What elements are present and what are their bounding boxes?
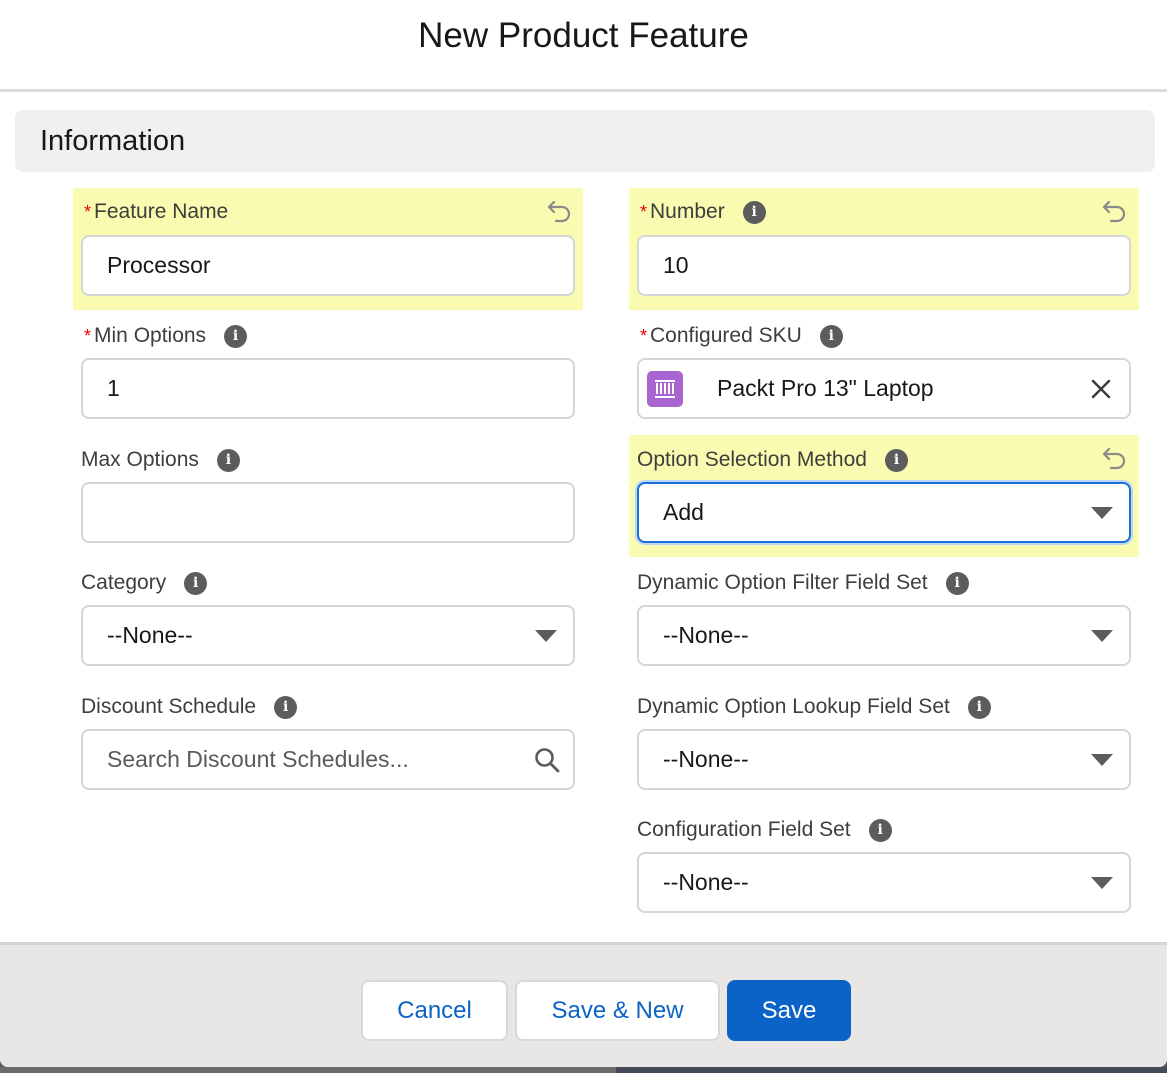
- dynamic-option-filter-field-set-label: Dynamic Option Filter Field Set i: [637, 571, 969, 595]
- feature-name-label: * Feature Name: [84, 200, 229, 223]
- undo-icon[interactable]: [1100, 443, 1130, 473]
- dynamic-option-lookup-field-set-label: Dynamic Option Lookup Field Set i: [637, 695, 991, 719]
- info-icon[interactable]: i: [868, 818, 892, 842]
- close-icon[interactable]: [1090, 378, 1112, 400]
- modal-header: New Product Feature: [0, 0, 1167, 92]
- chevron-down-icon: [1091, 507, 1113, 519]
- background-strip: [0, 1067, 1167, 1073]
- product-icon: [647, 370, 683, 407]
- required-indicator: *: [640, 201, 648, 222]
- configured-sku-label: * Configured SKU i: [640, 324, 843, 348]
- info-icon[interactable]: i: [224, 324, 248, 348]
- option-selection-method-select[interactable]: Add: [637, 482, 1131, 543]
- search-icon: [535, 748, 560, 773]
- discount-schedule-label: Discount Schedule i: [81, 695, 298, 719]
- max-options-label: Max Options i: [81, 448, 240, 472]
- configuration-field-set-select[interactable]: --None--: [637, 852, 1131, 913]
- feature-name-input[interactable]: Processor: [81, 235, 575, 296]
- cancel-button[interactable]: Cancel: [361, 980, 508, 1041]
- discount-schedule-lookup[interactable]: Search Discount Schedules...: [81, 729, 575, 790]
- info-icon[interactable]: i: [819, 324, 843, 348]
- chevron-down-icon: [1091, 754, 1113, 766]
- info-icon[interactable]: i: [945, 571, 969, 595]
- category-label: Category i: [81, 571, 208, 595]
- number-label: * Number i: [640, 200, 766, 224]
- dynamic-option-filter-field-set-select[interactable]: --None--: [637, 605, 1131, 666]
- number-input[interactable]: 10: [637, 235, 1131, 296]
- undo-icon[interactable]: [1100, 196, 1130, 226]
- modal-title: New Product Feature: [418, 15, 749, 55]
- info-icon[interactable]: i: [742, 200, 766, 224]
- undo-icon[interactable]: [545, 196, 575, 226]
- configured-sku-lookup[interactable]: Packt Pro 13" Laptop: [637, 358, 1131, 419]
- max-options-input[interactable]: [81, 482, 575, 543]
- info-icon[interactable]: i: [184, 571, 208, 595]
- min-options-label: * Min Options i: [84, 324, 248, 348]
- required-indicator: *: [640, 325, 648, 346]
- chevron-down-icon: [1091, 630, 1113, 642]
- info-icon[interactable]: i: [274, 695, 298, 719]
- required-indicator: *: [84, 325, 92, 346]
- info-icon[interactable]: i: [967, 695, 991, 719]
- category-select[interactable]: --None--: [81, 605, 575, 666]
- section-header-information[interactable]: Information: [15, 110, 1155, 172]
- modal-footer: Cancel Save & New Save: [0, 942, 1167, 1067]
- info-icon[interactable]: i: [216, 448, 240, 472]
- new-product-feature-modal: New Product Feature Information * Featur…: [0, 0, 1167, 1067]
- min-options-input[interactable]: 1: [81, 358, 575, 419]
- dynamic-option-lookup-field-set-select[interactable]: --None--: [637, 729, 1131, 790]
- chevron-down-icon: [535, 630, 557, 642]
- section-title: Information: [40, 124, 186, 157]
- save-button[interactable]: Save: [727, 980, 851, 1041]
- info-icon[interactable]: i: [884, 448, 908, 472]
- chevron-down-icon: [1091, 877, 1113, 889]
- save-and-new-button[interactable]: Save & New: [515, 980, 720, 1041]
- required-indicator: *: [84, 201, 92, 222]
- option-selection-method-label: Option Selection Method i: [637, 448, 908, 472]
- configuration-field-set-label: Configuration Field Set i: [637, 818, 892, 842]
